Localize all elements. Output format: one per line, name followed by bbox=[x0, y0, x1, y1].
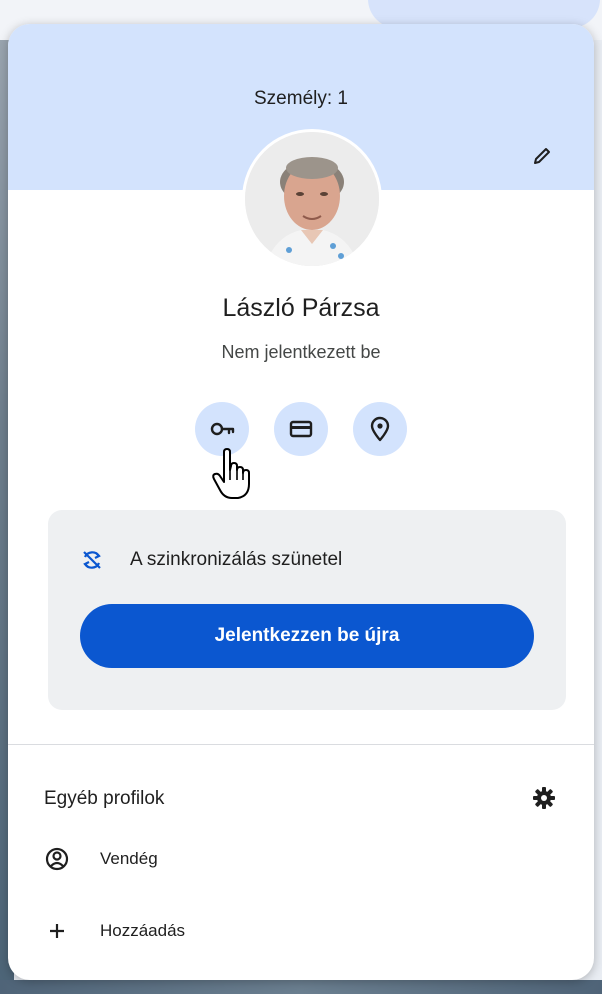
addresses-button[interactable] bbox=[353, 402, 407, 456]
sync-paused-icon bbox=[83, 551, 101, 569]
gear-icon bbox=[533, 787, 555, 809]
sign-in-again-button[interactable]: Jelentkezzen be újra bbox=[80, 604, 534, 668]
other-profiles-heading: Egyéb profilok bbox=[44, 788, 165, 809]
add-profile-item[interactable]: Hozzáadás bbox=[44, 918, 185, 944]
key-icon bbox=[210, 422, 235, 436]
sign-in-status: Nem jelentkezett be bbox=[221, 342, 381, 362]
section-divider bbox=[8, 744, 594, 745]
add-profile-label: Hozzáadás bbox=[100, 921, 186, 940]
location-pin-icon bbox=[370, 416, 390, 442]
profile-name: László Párzsa bbox=[222, 294, 380, 322]
manage-profiles-button[interactable] bbox=[528, 782, 560, 814]
guest-profile-item[interactable]: Vendég bbox=[44, 846, 158, 872]
credit-card-icon bbox=[289, 420, 313, 438]
profile-menu-popup: Személy: 1 László Párzsa Nem jelentkezet… bbox=[8, 24, 594, 980]
guest-profile-label: Vendég bbox=[100, 849, 158, 868]
profile-header-title: Személy: 1 bbox=[254, 88, 348, 109]
plus-icon bbox=[50, 924, 64, 938]
pencil-icon bbox=[534, 148, 550, 164]
sync-status-row: A szinkronizálás szünetel bbox=[80, 548, 342, 572]
hand-cursor-icon bbox=[210, 448, 254, 500]
guest-account-icon bbox=[45, 847, 69, 871]
sync-status-text: A szinkronizálás szünetel bbox=[130, 549, 343, 570]
page-background-bottom bbox=[0, 980, 602, 994]
sync-paused-card: A szinkronizálás szünetel Jelentkezzen b… bbox=[48, 510, 566, 710]
payment-methods-button[interactable] bbox=[274, 402, 328, 456]
edit-profile-button[interactable] bbox=[524, 138, 560, 174]
avatar bbox=[245, 132, 379, 266]
